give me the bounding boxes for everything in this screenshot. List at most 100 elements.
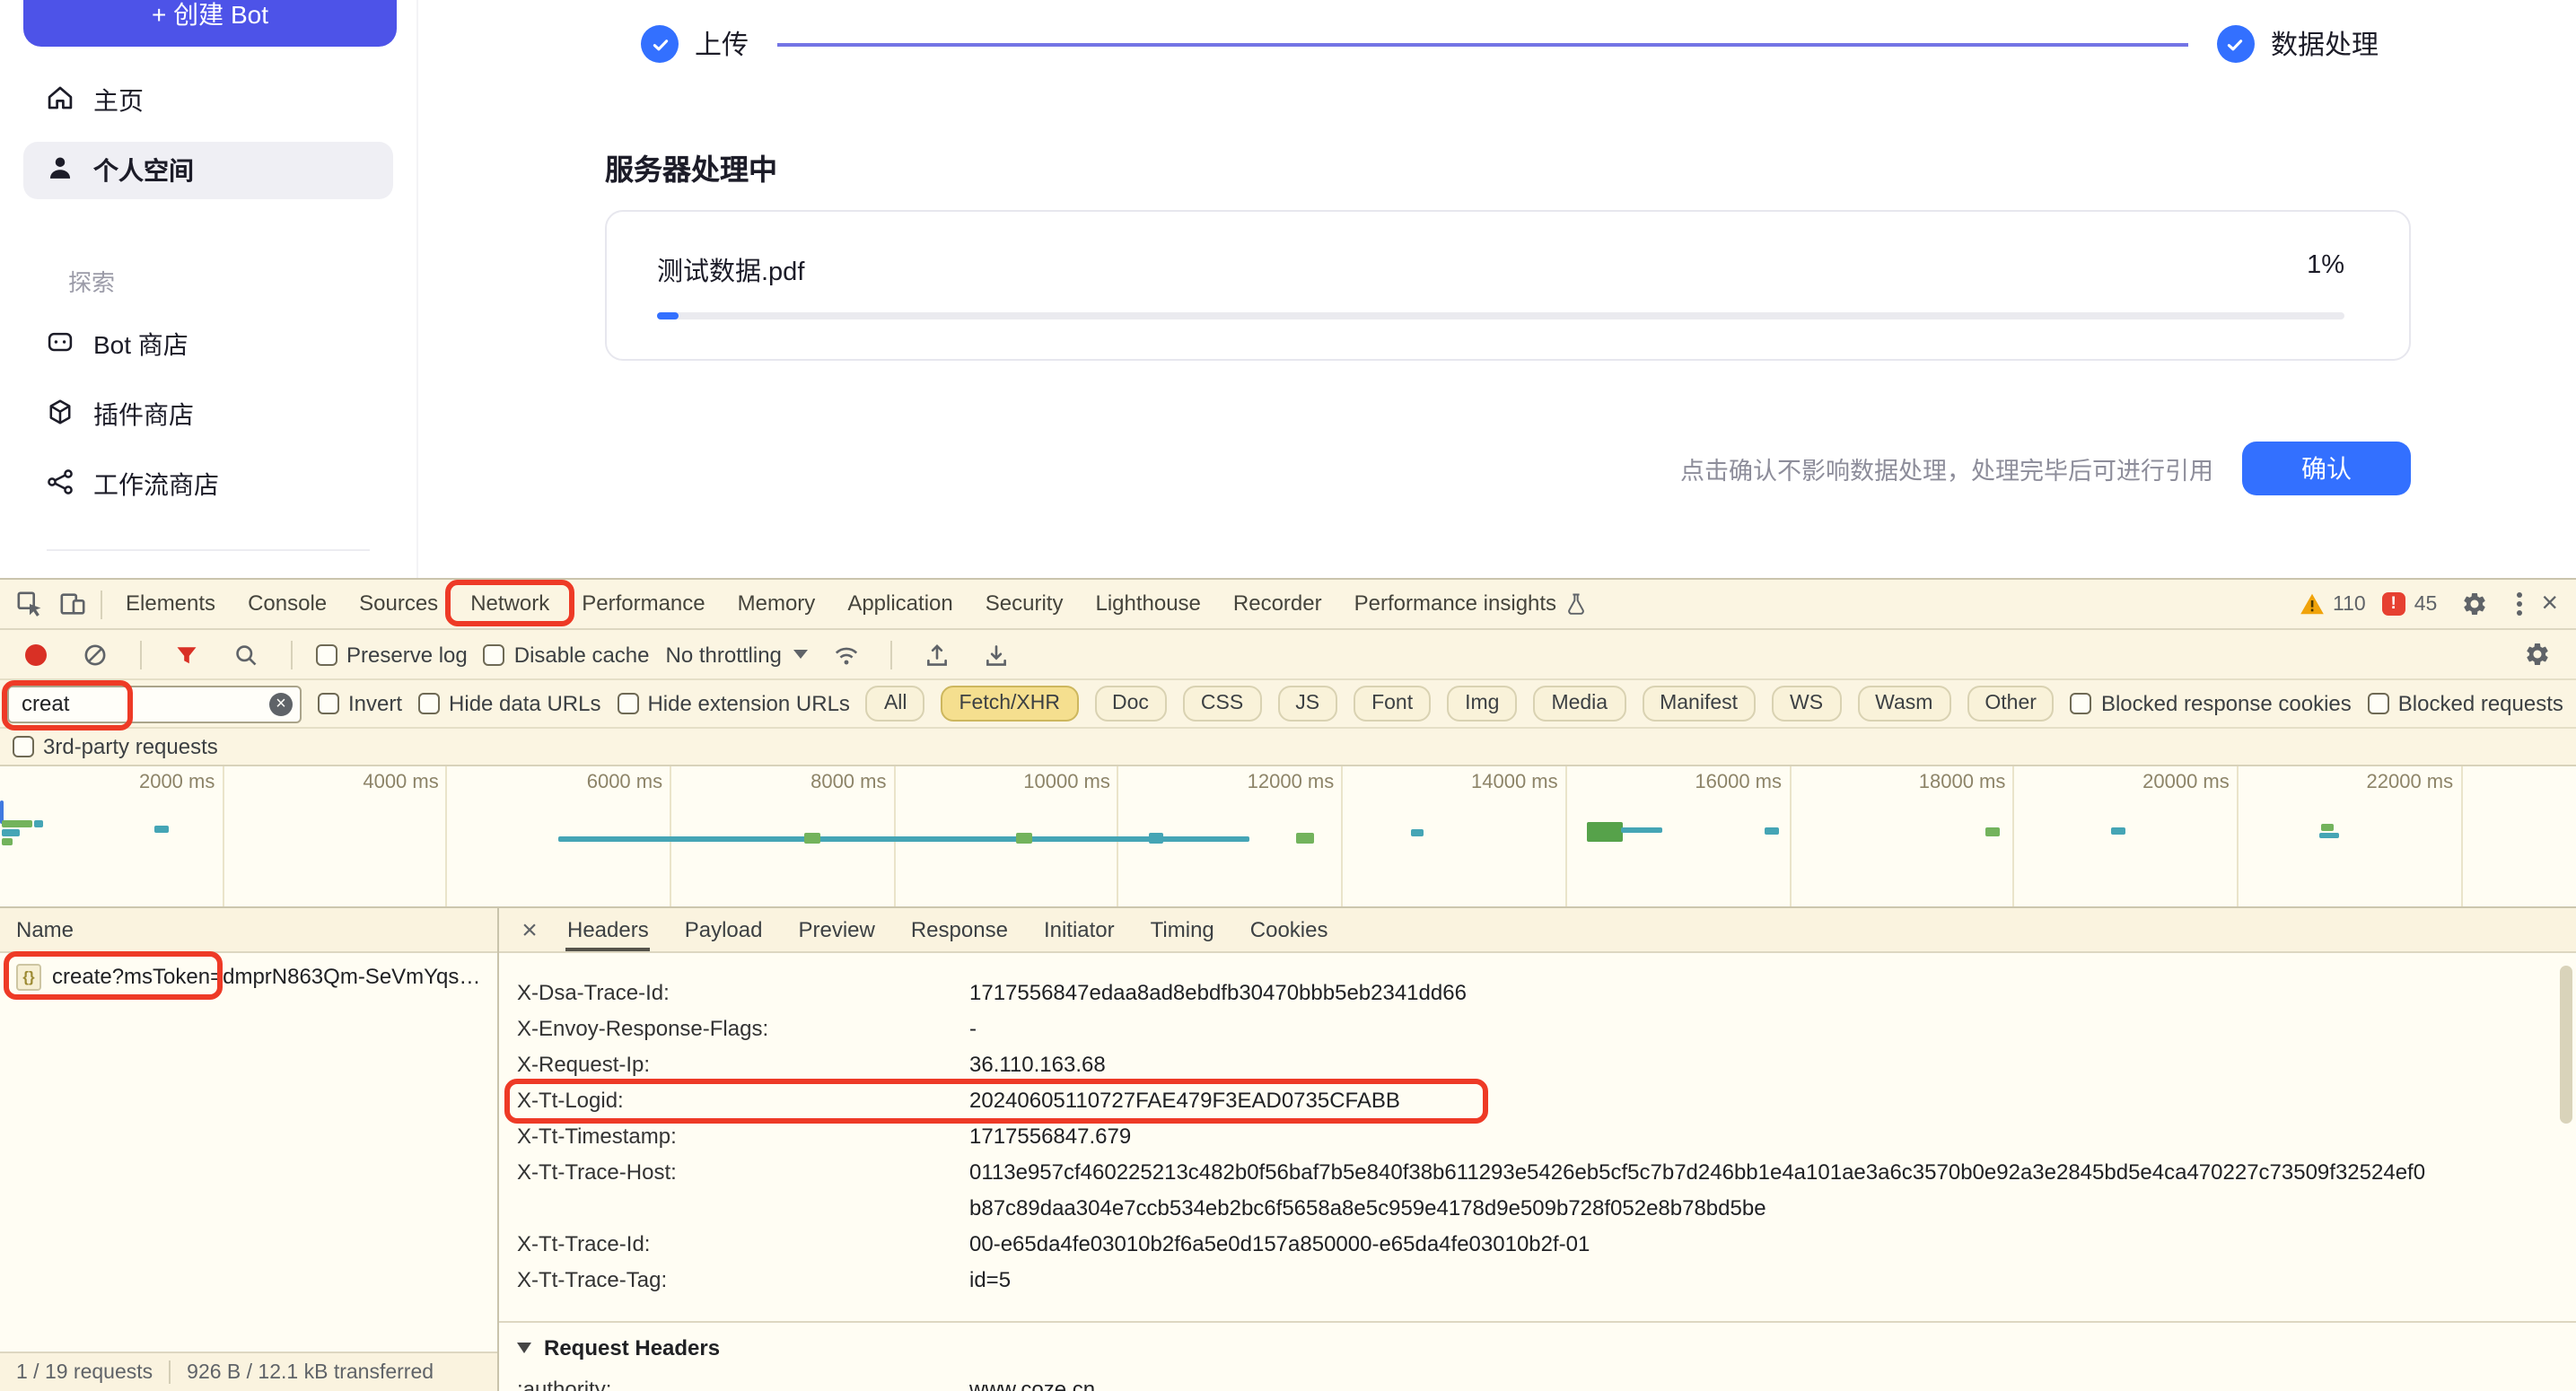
filter-funnel-icon[interactable]: [165, 633, 208, 676]
errors-indicator[interactable]: ! 45: [2382, 592, 2438, 616]
clear-filter-icon[interactable]: ×: [269, 692, 293, 715]
export-har-icon[interactable]: [916, 633, 959, 676]
workflow-icon: [45, 467, 75, 503]
page: + 创建 Bot 主页 个人空间 探索: [0, 0, 2576, 1391]
filter-chip-font[interactable]: Font: [1354, 686, 1431, 722]
network-filter-input[interactable]: [7, 685, 302, 722]
tab-elements[interactable]: Elements: [110, 580, 232, 628]
checkbox-label: Preserve log: [346, 642, 468, 667]
filter-chip-img[interactable]: Img: [1447, 686, 1517, 722]
explore-section-label: 探索: [68, 264, 393, 298]
header-value: 00-e65da4fe03010b2f6a5e0d157a850000-e65d…: [969, 1226, 1590, 1262]
header-name: :authority:: [517, 1371, 969, 1391]
detail-tab-initiator[interactable]: Initiator: [1026, 908, 1133, 951]
close-detail-icon[interactable]: ×: [510, 914, 549, 945]
filter-chip-fetch-xhr[interactable]: Fetch/XHR: [942, 686, 1079, 722]
inspect-element-icon[interactable]: [7, 582, 50, 626]
disable-cache-checkbox[interactable]: Disable cache: [484, 642, 650, 667]
name-column-header[interactable]: Name: [0, 908, 497, 953]
detail-tab-cookies[interactable]: Cookies: [1232, 908, 1346, 951]
tab-performance[interactable]: Performance: [565, 580, 721, 628]
sidebar-item-plugin-store[interactable]: 插件商店: [23, 386, 393, 443]
network-overview-timeline[interactable]: 2000 ms 4000 ms 6000 ms 8000 ms 10000 ms…: [0, 766, 2576, 908]
detail-tab-preview[interactable]: Preview: [780, 908, 892, 951]
response-header-row: X-Envoy-Response-Flags: -: [517, 1010, 2576, 1046]
checkbox: [2368, 693, 2389, 714]
import-har-icon[interactable]: [976, 633, 1019, 676]
timeline-bar: [1411, 829, 1424, 836]
filter-chip-other[interactable]: Other: [1967, 686, 2055, 722]
blocked-response-cookies-checkbox[interactable]: Blocked response cookies: [2071, 691, 2352, 716]
network-settings-gear-icon[interactable]: [2515, 633, 2558, 676]
blocked-requests-checkbox[interactable]: Blocked requests: [2368, 691, 2563, 716]
detail-tab-payload[interactable]: Payload: [667, 908, 781, 951]
detail-tab-headers[interactable]: Headers: [549, 908, 667, 951]
timeline-bar: [1149, 833, 1163, 844]
hide-extension-urls-checkbox[interactable]: Hide extension URLs: [617, 691, 849, 716]
network-conditions-icon[interactable]: [825, 633, 868, 676]
tab-memory[interactable]: Memory: [722, 580, 832, 628]
timeline-bar: [1621, 827, 1662, 833]
invert-checkbox[interactable]: Invert: [318, 691, 402, 716]
third-party-requests-checkbox[interactable]: 3rd-party requests: [13, 734, 218, 759]
timeline-tick: 14000 ms: [1343, 766, 1564, 793]
sidebar-item-personal-space[interactable]: 个人空间: [23, 142, 393, 199]
timeline-tick: 20000 ms: [2014, 766, 2236, 793]
filter-chip-wasm[interactable]: Wasm: [1857, 686, 1950, 722]
tab-performance-insights[interactable]: Performance insights: [1338, 580, 1603, 628]
sidebar-item-bot-store[interactable]: Bot 商店: [23, 316, 393, 373]
tab-recorder[interactable]: Recorder: [1217, 580, 1338, 628]
more-options-icon[interactable]: [2512, 589, 2525, 619]
checkbox: [318, 693, 339, 714]
request-row-create[interactable]: {} create?msToken=dmprN863Qm-SeVmYqs…: [0, 953, 497, 1000]
confirm-button[interactable]: 确认: [2242, 442, 2411, 495]
detail-tab-response[interactable]: Response: [893, 908, 1026, 951]
settings-gear-icon[interactable]: [2453, 582, 2496, 626]
filter-chip-ws[interactable]: WS: [1772, 686, 1841, 722]
close-devtools-icon[interactable]: ×: [2541, 590, 2558, 618]
search-icon[interactable]: [224, 633, 267, 676]
record-button[interactable]: [14, 633, 57, 676]
tab-application[interactable]: Application: [831, 580, 968, 628]
request-header-row: :authority: www.coze.cn: [517, 1371, 2576, 1391]
filter-chip-doc[interactable]: Doc: [1094, 686, 1167, 722]
chevron-down-icon: [517, 1343, 531, 1353]
response-header-row: X-Tt-Trace-Host: 0113e957cf460225213c482…: [517, 1154, 2576, 1226]
sidebar-item-home[interactable]: 主页: [23, 72, 393, 129]
scrollbar-thumb[interactable]: [2560, 966, 2572, 1124]
create-bot-button[interactable]: + 创建 Bot: [23, 0, 397, 47]
timeline-tick: 6000 ms: [448, 766, 670, 793]
response-header-row: X-Tt-Trace-Tag: id=5: [517, 1262, 2576, 1298]
hide-data-urls-checkbox[interactable]: Hide data URLs: [418, 691, 600, 716]
filter-chip-manifest[interactable]: Manifest: [1642, 686, 1756, 722]
timeline-bar: [1016, 833, 1032, 844]
tab-lighthouse[interactable]: Lighthouse: [1079, 580, 1216, 628]
filter-chip-css[interactable]: CSS: [1183, 686, 1261, 722]
filter-chip-media[interactable]: Media: [1533, 686, 1625, 722]
preserve-log-checkbox[interactable]: Preserve log: [316, 642, 468, 667]
sidebar-item-workflow-store[interactable]: 工作流商店: [23, 456, 393, 513]
tab-network[interactable]: Network: [454, 580, 565, 628]
timeline-bar: [2, 820, 32, 827]
throttling-dropdown[interactable]: No throttling: [666, 642, 809, 667]
flask-icon: [1565, 592, 1587, 616]
tab-console[interactable]: Console: [232, 580, 343, 628]
request-detail-panel: × Headers Payload Preview Response Initi…: [499, 908, 2576, 1391]
device-toolbar-icon[interactable]: [50, 582, 93, 626]
progress-percent: 1%: [2307, 251, 2344, 289]
clear-icon[interactable]: [74, 633, 117, 676]
tab-security[interactable]: Security: [969, 580, 1080, 628]
divider: [891, 640, 893, 669]
confirm-hint: 点击确认不影响数据处理，处理完毕后可进行引用: [1680, 451, 2213, 486]
filter-chip-js[interactable]: JS: [1277, 686, 1337, 722]
divider: [291, 640, 293, 669]
request-headers-section[interactable]: Request Headers: [499, 1321, 2576, 1360]
tab-sources[interactable]: Sources: [343, 580, 454, 628]
header-name: X-Tt-Trace-Id:: [517, 1226, 969, 1262]
warnings-indicator[interactable]: 110: [2299, 592, 2366, 616]
upload-stepper: 上传 数据处理: [641, 25, 2379, 63]
upload-file-card: 测试数据.pdf 1%: [605, 210, 2411, 361]
detail-tab-timing[interactable]: Timing: [1133, 908, 1232, 951]
headers-detail-body: X-Dsa-Trace-Id: 1717556847edaa8ad8ebdfb3…: [499, 953, 2576, 1391]
filter-chip-all[interactable]: All: [866, 686, 925, 722]
